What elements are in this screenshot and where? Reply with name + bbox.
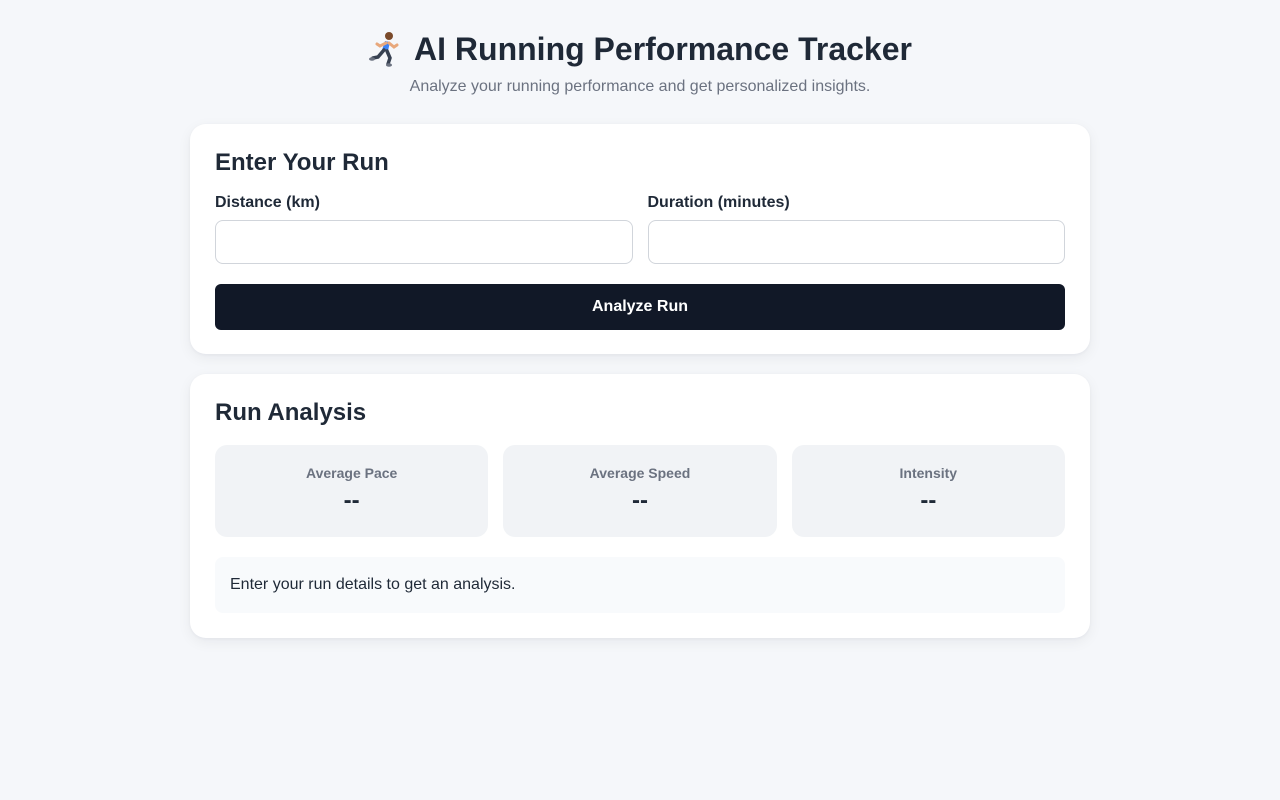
stat-label: Average Speed [589, 465, 691, 481]
stat-value: -- [920, 487, 937, 514]
duration-field-group: Duration (minutes) [647, 194, 1065, 264]
input-card-title: Enter Your Run [215, 149, 389, 176]
page-title: AI Running Performance Tracker [368, 28, 912, 70]
stat-average-speed: Average Speed -- [503, 445, 777, 537]
stat-value: -- [343, 487, 360, 514]
duration-label: Duration (minutes) [647, 194, 790, 211]
duration-input[interactable] [647, 220, 1065, 264]
stat-label: Intensity [899, 465, 958, 481]
analysis-message: Enter your run details to get an analysi… [215, 557, 1065, 613]
distance-label: Distance (km) [215, 194, 320, 211]
distance-input[interactable] [215, 220, 633, 264]
run-input-card: Enter Your Run Distance (km) Duration (m… [190, 124, 1090, 354]
stat-value: -- [632, 487, 648, 514]
input-fields: Distance (km) Duration (minutes) [215, 194, 1065, 264]
page-header: AI Running Performance Tracker Analyze y… [0, 0, 1280, 98]
stat-average-pace: Average Pace -- [215, 445, 489, 537]
analyze-run-button[interactable]: Analyze Run [215, 284, 1065, 330]
page-subtitle: Analyze your running performance and get… [409, 78, 871, 95]
stats-row: Average Pace -- Average Speed -- Intensi… [215, 445, 1065, 537]
runner-icon [369, 32, 399, 67]
stat-label: Average Pace [306, 465, 398, 481]
run-analysis-card: Run Analysis Average Pace -- Average Spe… [190, 374, 1090, 638]
analysis-card-title: Run Analysis [215, 399, 367, 426]
stat-intensity: Intensity -- [791, 445, 1065, 537]
distance-field-group: Distance (km) [215, 194, 633, 264]
page-title-text: AI Running Performance Tracker [414, 31, 912, 67]
